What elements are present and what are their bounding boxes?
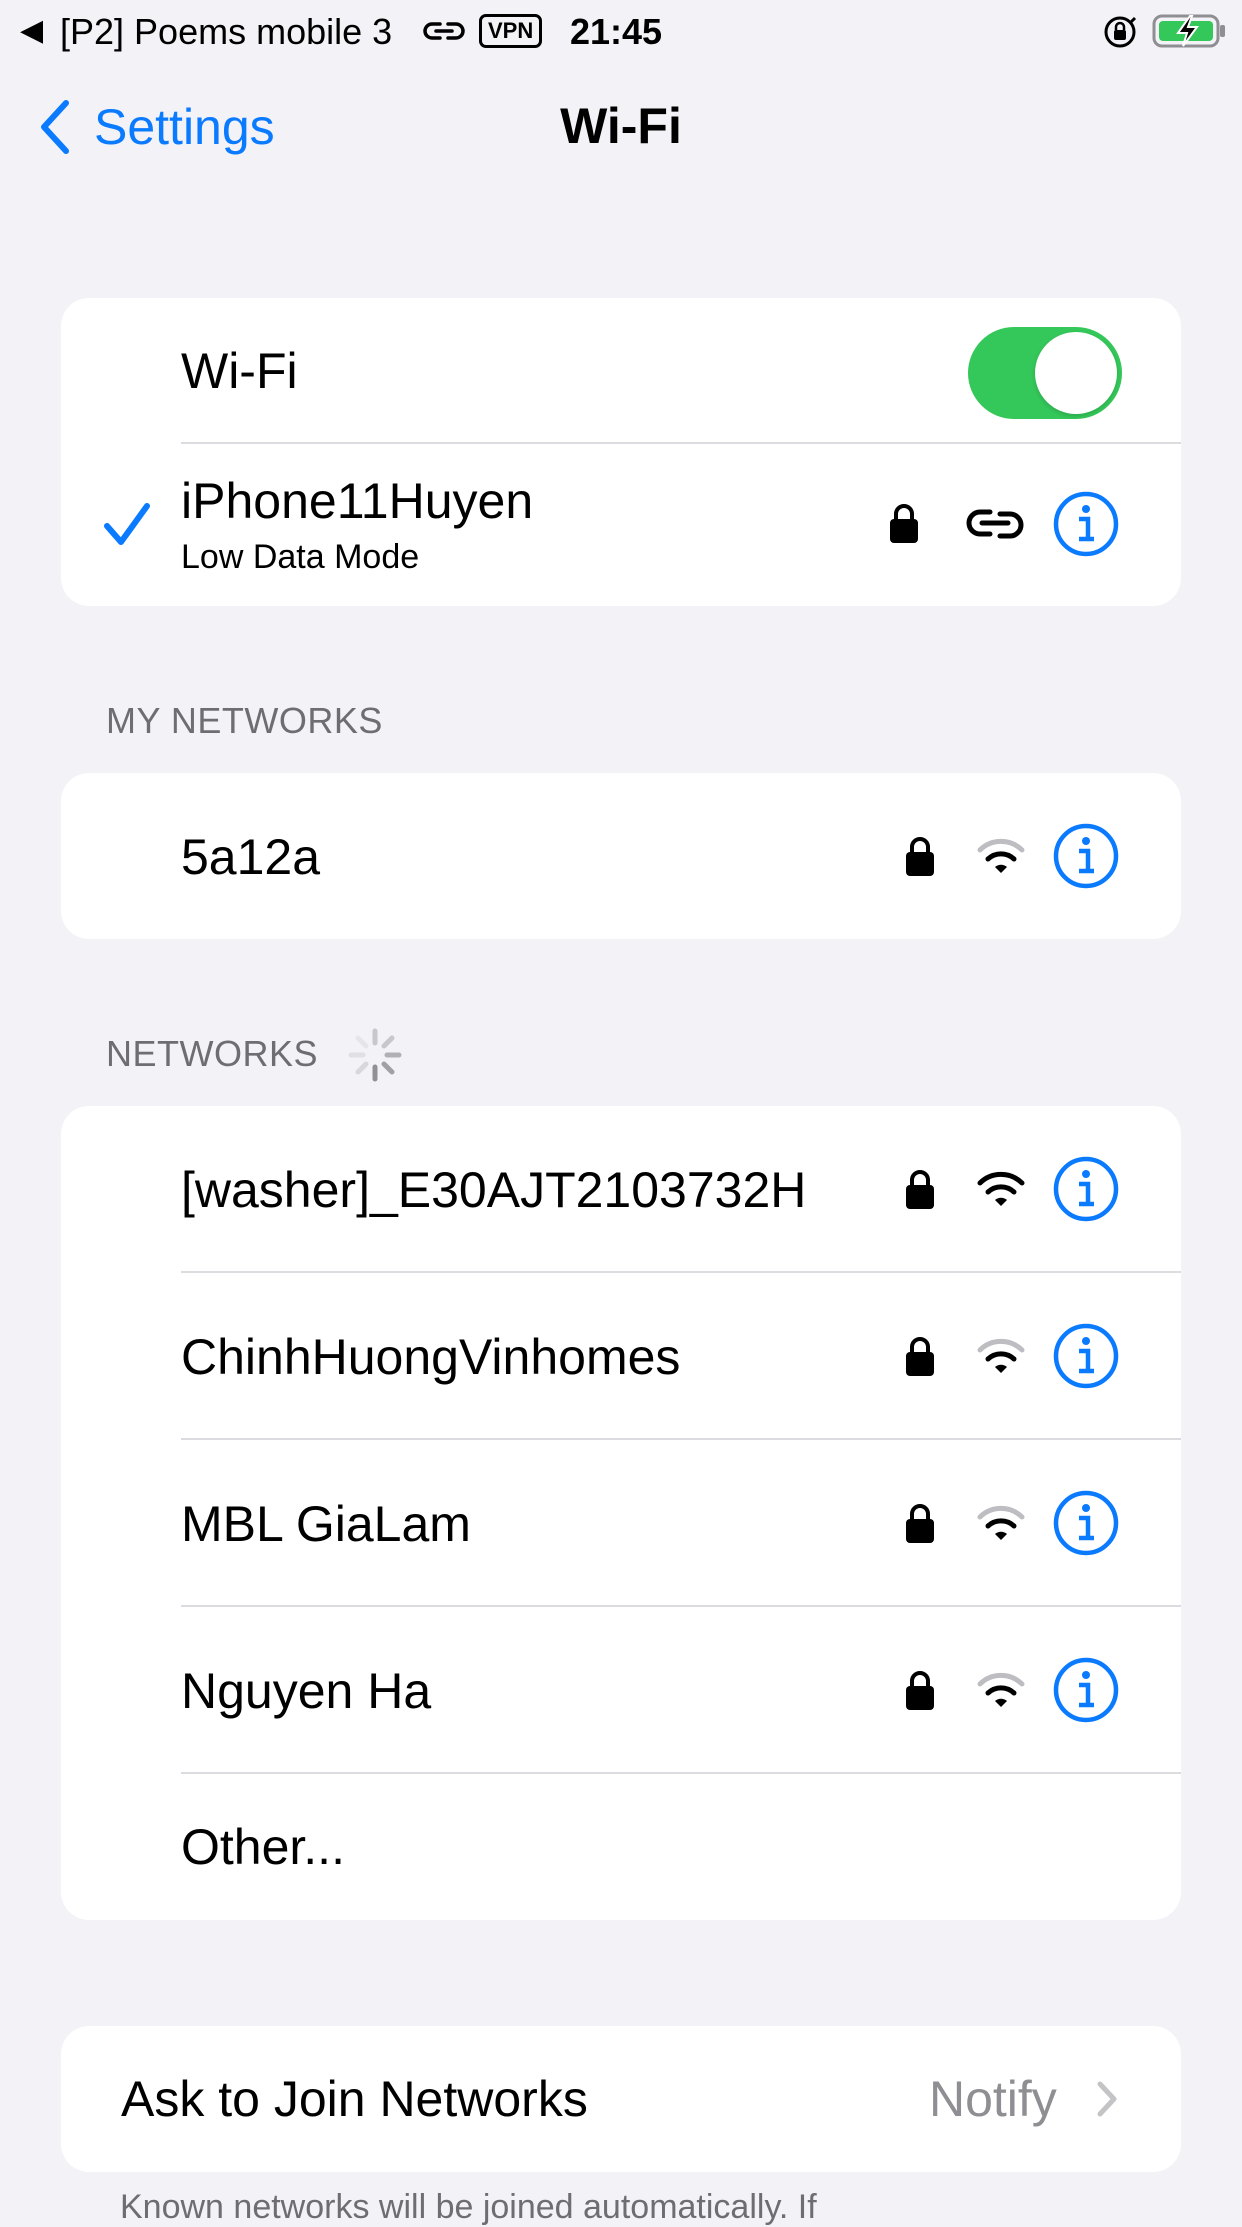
other-network-row[interactable]: Other...: [61, 1774, 1181, 1920]
loading-spinner-icon: [348, 1028, 402, 1082]
wifi-toggle[interactable]: [968, 327, 1122, 419]
wifi-toggle-row: Wi-Fi: [61, 298, 1181, 444]
info-icon[interactable]: [1053, 1156, 1119, 1222]
back-to-app-icon[interactable]: ◀: [20, 14, 43, 48]
info-icon[interactable]: [1053, 1490, 1119, 1556]
network-row[interactable]: 5a12a: [61, 773, 1181, 939]
wifi-toggle-label: Wi-Fi: [181, 343, 298, 399]
network-row[interactable]: [washer]_E30AJT2103732H: [61, 1106, 1181, 1273]
other-network-label: Other...: [181, 1819, 345, 1875]
info-icon[interactable]: [1053, 1323, 1119, 1389]
ask-to-join-card: Ask to Join Networks Notify: [61, 2026, 1181, 2172]
carrier-label[interactable]: [P2] Poems mobile 3: [60, 10, 392, 54]
lock-icon: [906, 837, 934, 876]
network-row[interactable]: ChinhHuongVinhomes: [61, 1273, 1181, 1440]
network-name: MBL GiaLam: [181, 1496, 471, 1552]
wifi-signal-icon: [977, 1672, 1025, 1707]
info-icon[interactable]: [1053, 823, 1119, 889]
info-icon[interactable]: [1053, 491, 1119, 557]
page-title: Wi-Fi: [560, 98, 682, 154]
personal-hotspot-icon: [966, 509, 1024, 539]
my-networks-card: 5a12a: [61, 773, 1181, 939]
vpn-badge: VPN: [479, 14, 543, 48]
network-row[interactable]: Nguyen Ha: [61, 1607, 1181, 1774]
lock-icon: [906, 1337, 934, 1376]
connected-network-subtitle: Low Data Mode: [181, 538, 420, 576]
wifi-signal-icon: [977, 1171, 1025, 1206]
toggle-knob: [1035, 332, 1117, 414]
lock-icon: [906, 1504, 934, 1543]
orientation-lock-icon: [1104, 16, 1137, 48]
wifi-signal-icon: [977, 1505, 1025, 1540]
chevron-right-icon: [1097, 2081, 1117, 2117]
network-row[interactable]: MBL GiaLam: [61, 1440, 1181, 1607]
connected-network-row[interactable]: iPhone11Huyen Low Data Mode: [61, 444, 1181, 606]
lock-icon: [906, 1671, 934, 1710]
network-name: ChinhHuongVinhomes: [181, 1329, 681, 1385]
wifi-card: Wi-Fi iPhone11Huyen Low Data Mode: [61, 298, 1181, 606]
network-name: [washer]_E30AJT2103732H: [181, 1162, 807, 1218]
battery-charging-icon: [1152, 14, 1225, 48]
lock-icon: [890, 504, 918, 543]
my-networks-header: MY NETWORKS: [106, 700, 383, 741]
ask-to-join-row[interactable]: Ask to Join Networks Notify: [61, 2026, 1181, 2172]
lock-icon: [906, 1170, 934, 1209]
wifi-signal-icon: [977, 1338, 1025, 1373]
wifi-signal-icon: [977, 838, 1025, 873]
info-icon[interactable]: [1053, 1657, 1119, 1723]
connected-network-name: iPhone11Huyen: [181, 473, 534, 529]
network-name: Nguyen Ha: [181, 1663, 432, 1719]
ask-to-join-value: Notify: [929, 2071, 1057, 2127]
ask-to-join-label: Ask to Join Networks: [121, 2071, 588, 2127]
status-time: 21:45: [570, 11, 663, 52]
checkmark-icon: [104, 503, 150, 545]
network-name: 5a12a: [181, 829, 321, 885]
link-icon: [423, 22, 465, 40]
networks-header: NETWORKS: [106, 1033, 319, 1074]
networks-card: [washer]_E30AJT2103732H ChinhHuongVinhom…: [61, 1106, 1181, 1920]
status-bar: ◀ [P2] Poems mobile 3 VPN 21:45: [0, 0, 1242, 62]
